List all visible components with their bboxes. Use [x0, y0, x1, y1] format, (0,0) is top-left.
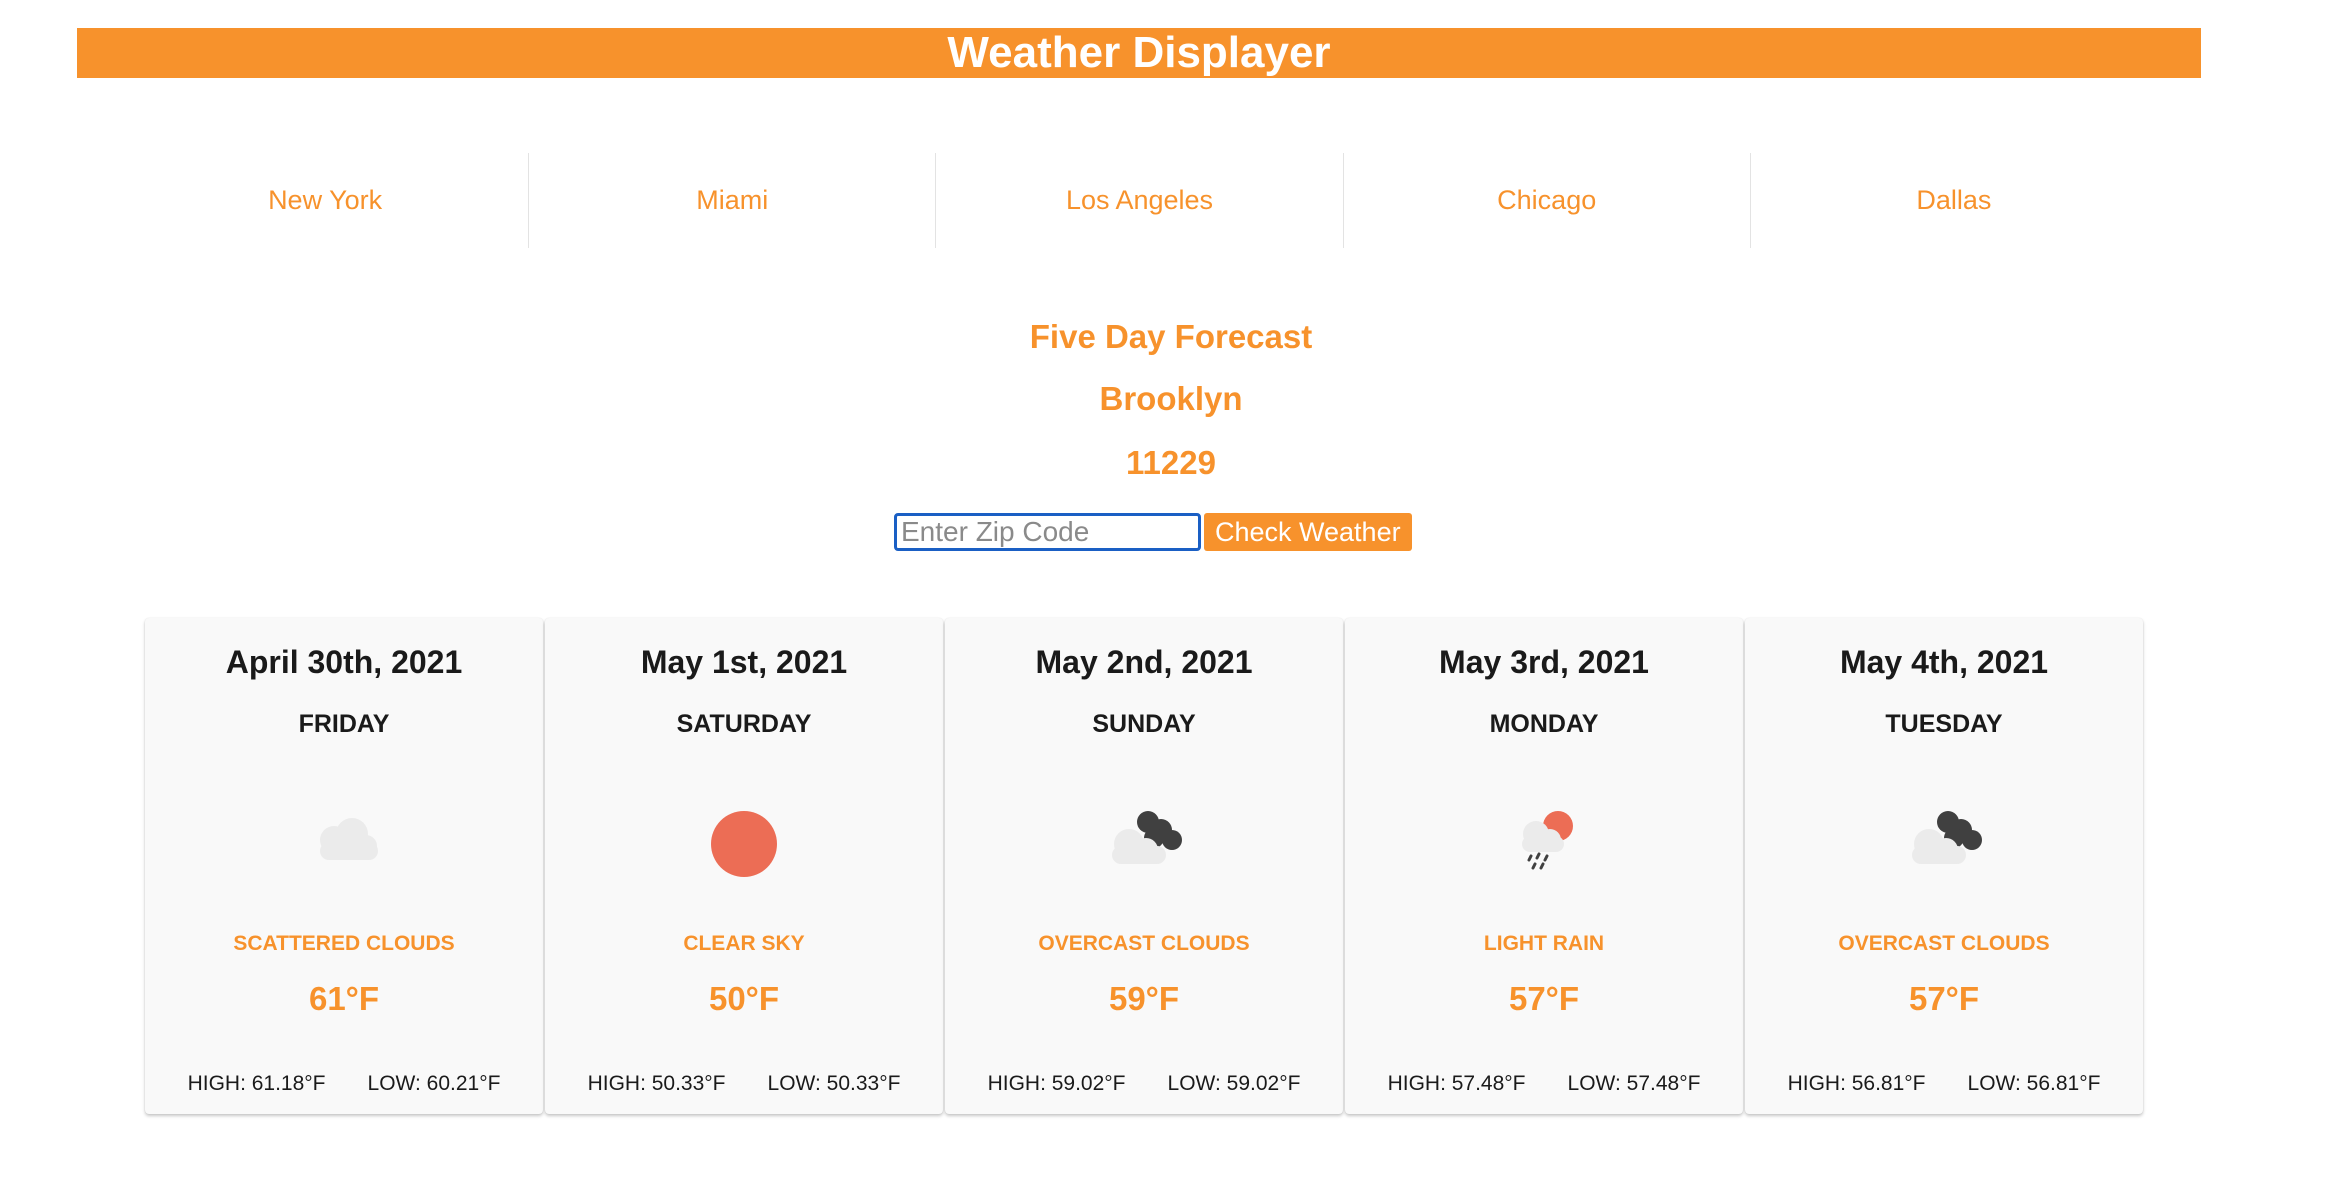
- temperature-range: HIGH: 56.81°F LOW: 56.81°F: [1745, 1072, 2143, 1096]
- temperature-range: HIGH: 50.33°F LOW: 50.33°F: [545, 1072, 943, 1096]
- overcast-clouds-icon: [1884, 782, 2004, 882]
- current-temperature: 57°F: [1508, 980, 1580, 1017]
- weather-description: LIGHT RAIN: [1483, 932, 1605, 955]
- high-temperature: HIGH: 56.81°F: [1787, 1072, 1926, 1095]
- high-temperature: HIGH: 57.48°F: [1387, 1072, 1526, 1095]
- forecast-card: May 4th, 2021 TUESDAY OVERCAST CLOUDS 57…: [1745, 618, 2143, 1114]
- weather-description: OVERCAST CLOUDS: [1838, 932, 2050, 955]
- city-tab-los-angeles[interactable]: Los Angeles: [935, 153, 1342, 248]
- app-title: Weather Displayer: [947, 28, 1331, 77]
- high-temperature: HIGH: 50.33°F: [587, 1072, 726, 1095]
- forecast-weekday: SUNDAY: [1092, 710, 1196, 738]
- forecast-card: April 30th, 2021 FRIDAY SCATTERED CLOUDS…: [145, 618, 543, 1114]
- current-temperature: 61°F: [308, 980, 380, 1017]
- high-temperature: HIGH: 61.18°F: [187, 1072, 326, 1095]
- forecast-weekday: TUESDAY: [1885, 710, 2003, 738]
- forecast-date: May 3rd, 2021: [1439, 644, 1649, 680]
- low-temperature: LOW: 56.81°F: [1967, 1072, 2101, 1095]
- city-tab-miami[interactable]: Miami: [528, 153, 935, 248]
- app-header: Weather Displayer: [77, 28, 2201, 78]
- forecast-weekday: SATURDAY: [676, 710, 812, 738]
- weather-description: OVERCAST CLOUDS: [1038, 932, 1250, 955]
- current-temperature: 59°F: [1108, 980, 1180, 1017]
- check-weather-button[interactable]: Check Weather: [1204, 513, 1412, 551]
- current-temperature: 50°F: [708, 980, 780, 1017]
- forecast-card: May 2nd, 2021 SUNDAY OVERCAST CLOUDS 59°…: [945, 618, 1343, 1114]
- city-tab-dallas[interactable]: Dallas: [1749, 153, 2157, 248]
- low-temperature: LOW: 60.21°F: [367, 1072, 501, 1095]
- forecast-date: May 2nd, 2021: [1035, 644, 1253, 680]
- city-nav: New York Miami Los Angeles Chicago Dalla…: [122, 153, 2157, 248]
- forecast-card: May 1st, 2021 SATURDAY CLEAR SKY 50°F HI…: [545, 618, 943, 1114]
- clear-sky-icon: [684, 782, 804, 882]
- current-temperature: 57°F: [1908, 980, 1980, 1017]
- low-temperature: LOW: 59.02°F: [1167, 1072, 1301, 1095]
- forecast-weekday: MONDAY: [1489, 710, 1599, 738]
- forecast-date: May 4th, 2021: [1839, 644, 2049, 680]
- high-temperature: HIGH: 59.02°F: [987, 1072, 1126, 1095]
- forecast-heading: Five Day Forecast: [1029, 318, 1313, 355]
- zip-search: Check Weather: [894, 513, 1412, 551]
- light-rain-icon: [1484, 782, 1604, 882]
- forecast-card: May 3rd, 2021 MONDAY LIGHT RAIN 57°F HIG…: [1345, 618, 1743, 1114]
- scattered-clouds-icon: [284, 782, 404, 882]
- zip-input[interactable]: [894, 513, 1201, 551]
- city-tab-new-york[interactable]: New York: [122, 153, 528, 248]
- forecast-weekday: FRIDAY: [298, 710, 390, 738]
- weather-description: SCATTERED CLOUDS: [233, 932, 455, 955]
- city-tab-chicago[interactable]: Chicago: [1342, 153, 1750, 248]
- temperature-range: HIGH: 59.02°F LOW: 59.02°F: [945, 1072, 1343, 1096]
- zip-code-display: 11229: [1126, 444, 1216, 481]
- low-temperature: LOW: 57.48°F: [1567, 1072, 1701, 1095]
- forecast-date: April 30th, 2021: [225, 644, 463, 680]
- location-name: Brooklyn: [1099, 380, 1243, 417]
- low-temperature: LOW: 50.33°F: [767, 1072, 901, 1095]
- forecast-cards: April 30th, 2021 FRIDAY SCATTERED CLOUDS…: [145, 618, 2145, 1114]
- temperature-range: HIGH: 57.48°F LOW: 57.48°F: [1345, 1072, 1743, 1096]
- temperature-range: HIGH: 61.18°F LOW: 60.21°F: [145, 1072, 543, 1096]
- forecast-date: May 1st, 2021: [640, 644, 848, 680]
- overcast-clouds-icon: [1084, 782, 1204, 882]
- weather-description: CLEAR SKY: [683, 932, 805, 955]
